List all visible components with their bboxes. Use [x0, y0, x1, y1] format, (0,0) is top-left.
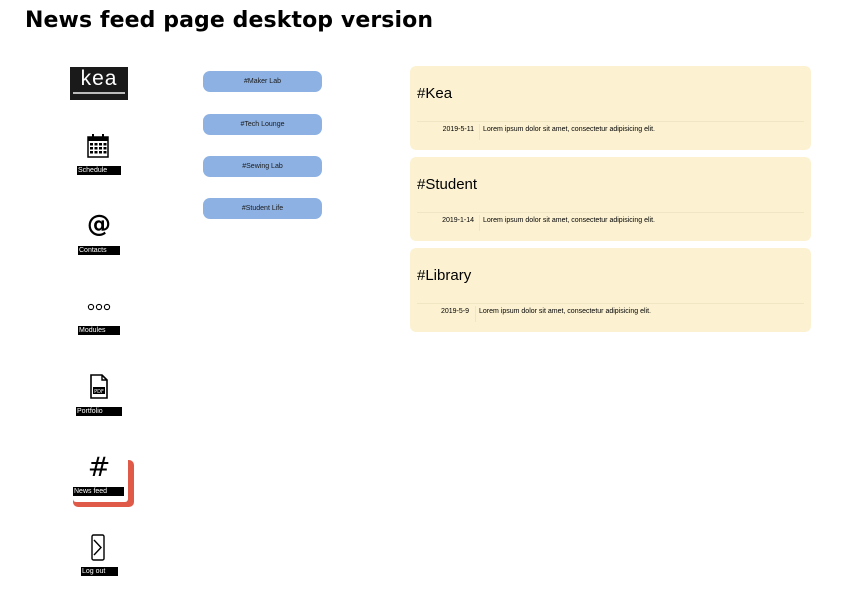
- sidebar-item-label: Modules: [78, 326, 120, 335]
- card-divider: [417, 303, 804, 304]
- tag-student-life-button[interactable]: #Student Life: [203, 198, 322, 219]
- sidebar-item-portfolio[interactable]: PDF Portfolio: [75, 374, 139, 418]
- sidebar-item-log-out[interactable]: Log out: [80, 534, 144, 578]
- card-title: #Kea: [417, 85, 453, 102]
- feed-entry[interactable]: 2019-5-9 Lorem ipsum dolor sit amet, con…: [410, 306, 811, 322]
- entry-date: 2019-5-9: [440, 308, 469, 315]
- sidebar-item-schedule[interactable]: Schedule: [76, 134, 140, 178]
- card-title: #Student: [417, 176, 478, 193]
- feed-card-kea[interactable]: #Kea 2019-5-11 Lorem ipsum dolor sit ame…: [410, 66, 811, 150]
- entry-text: Lorem ipsum dolor sit amet, consectetur …: [479, 308, 651, 315]
- sidebar-item-modules[interactable]: Modules: [77, 300, 141, 338]
- calendar-icon: [87, 134, 109, 158]
- feed-card-library[interactable]: #Library 2019-5-9 Lorem ipsum dolor sit …: [410, 248, 811, 332]
- tag-sewing-lab-button[interactable]: #Sewing Lab: [203, 156, 322, 177]
- sidebar-item-label: News feed: [73, 487, 124, 496]
- feed-entry[interactable]: 2019-5-11 Lorem ipsum dolor sit amet, co…: [410, 124, 811, 140]
- logout-icon: [91, 534, 105, 561]
- entry-text: Lorem ipsum dolor sit amet, consectetur …: [483, 126, 655, 133]
- tag-tech-lounge-button[interactable]: #Tech Lounge: [203, 114, 322, 135]
- feed-card-student[interactable]: #Student 2019-1-14 Lorem ipsum dolor sit…: [410, 157, 811, 241]
- sidebar-item-label: Portfolio: [76, 407, 122, 416]
- feed-entry[interactable]: 2019-1-14 Lorem ipsum dolor sit amet, co…: [410, 215, 811, 231]
- pdf-file-icon: PDF: [90, 374, 108, 399]
- three-dots-icon: [87, 303, 111, 311]
- card-divider: [417, 212, 804, 213]
- entry-date: 2019-1-14: [442, 217, 474, 224]
- svg-text:#: #: [88, 454, 110, 480]
- entry-separator: [475, 306, 476, 322]
- entry-separator: [479, 215, 480, 231]
- tag-maker-lab-button[interactable]: #Maker Lab: [203, 71, 322, 92]
- sidebar-item-label: Log out: [81, 567, 118, 576]
- page-title: News feed page desktop version: [25, 8, 434, 33]
- at-icon: @: [88, 212, 110, 236]
- sidebar-item-label: Contacts: [78, 246, 120, 255]
- svg-text:PDF: PDF: [94, 389, 104, 395]
- entry-date: 2019-5-11: [442, 126, 474, 133]
- hashtag-icon: #: [88, 454, 110, 480]
- sidebar-item-label: Schedule: [77, 166, 121, 175]
- logo-underline: [73, 92, 125, 94]
- entry-separator: [479, 124, 480, 140]
- sidebar-item-news-feed[interactable]: # News feed: [72, 454, 136, 498]
- logo-text: kea: [80, 67, 118, 90]
- svg-text:@: @: [88, 212, 110, 236]
- entry-text: Lorem ipsum dolor sit amet, consectetur …: [483, 217, 655, 224]
- kea-logo[interactable]: kea: [70, 67, 128, 100]
- sidebar-item-contacts[interactable]: @ Contacts: [77, 212, 141, 256]
- card-divider: [417, 121, 804, 122]
- card-title: #Library: [417, 267, 472, 284]
